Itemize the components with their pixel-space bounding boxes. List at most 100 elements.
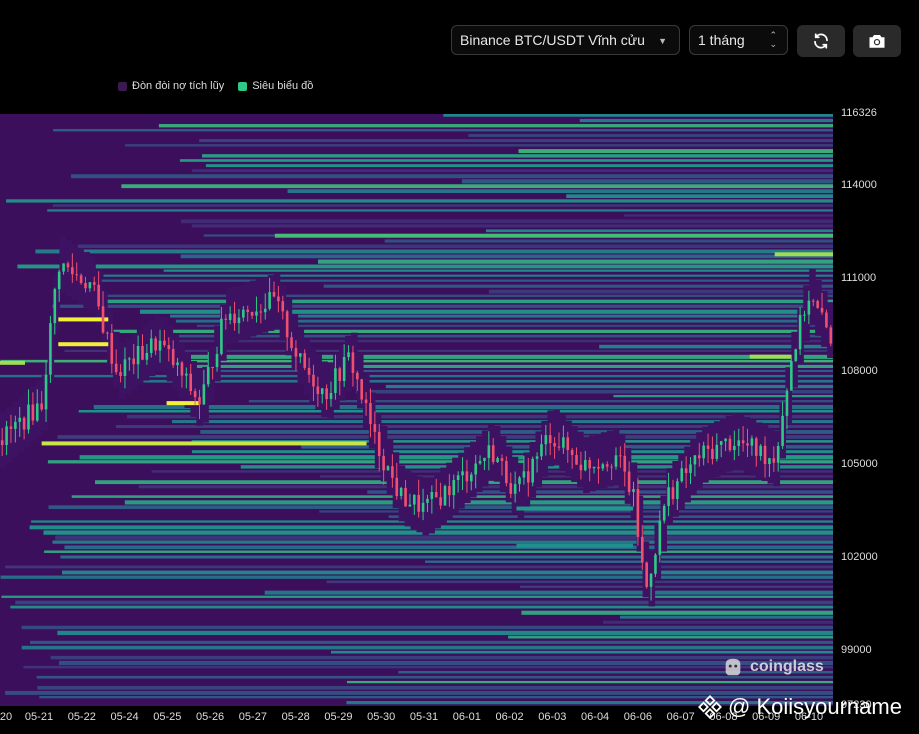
candle-body: [408, 504, 412, 507]
candle-body: [377, 431, 381, 456]
candle-body: [470, 474, 473, 482]
candle-body: [426, 498, 429, 503]
heat-band: [50, 655, 833, 660]
heat-band: [89, 299, 833, 304]
candle-body: [491, 445, 495, 463]
candle-body: [706, 445, 710, 449]
legend-item-leverage[interactable]: Đòn đòi nợ tích lũy: [118, 80, 224, 92]
screenshot-button[interactable]: [853, 25, 901, 57]
candle-body: [413, 494, 416, 505]
candle-body: [680, 468, 684, 482]
candle-body: [373, 424, 377, 432]
x-tick-label: 05-21: [24, 711, 54, 723]
candle-body: [684, 468, 688, 473]
candle-body: [465, 471, 469, 482]
candle-body: [439, 497, 442, 506]
candle-body: [79, 275, 83, 283]
refresh-button[interactable]: [797, 25, 845, 57]
heat-band: [47, 209, 833, 212]
candle-body: [31, 404, 35, 421]
heat-band: [179, 159, 833, 162]
candle-body: [649, 573, 653, 587]
candle-body: [763, 445, 767, 465]
candle-body: [776, 445, 780, 463]
candle-body: [228, 313, 232, 320]
candle-body: [592, 466, 596, 469]
heat-band: [520, 585, 833, 588]
candle-body: [18, 417, 22, 422]
candle-body: [320, 388, 324, 395]
candle-body: [619, 455, 622, 457]
candle-body: [128, 358, 131, 360]
candle-body: [443, 486, 447, 506]
candle-body: [356, 372, 359, 380]
candle-body: [825, 312, 828, 328]
x-tick-label: 06-03: [538, 711, 567, 723]
legend-swatch-liquidation: [238, 81, 248, 91]
heat-band: [52, 204, 833, 207]
candle-body: [566, 437, 570, 451]
exchange-pair-select[interactable]: Binance BTC/USDT Vĩnh cửu ▼: [451, 25, 680, 55]
candle-body: [307, 367, 311, 375]
candle-body: [338, 368, 342, 382]
candle-body: [711, 448, 714, 459]
legend-label-liquidation: Siêu biểu đồ: [252, 80, 314, 92]
heat-band: [191, 224, 833, 228]
candle-body: [548, 435, 552, 444]
heat-band: [64, 545, 833, 550]
candle-body: [0, 440, 4, 445]
heat-band: [71, 244, 833, 248]
author-handle: @ Koiisyourname: [698, 694, 902, 720]
candle-body: [14, 421, 17, 429]
x-tick-label: 06-07: [666, 711, 695, 723]
candle-body: [220, 318, 223, 355]
candle-body: [233, 313, 236, 324]
candle-body: [448, 486, 451, 496]
candle-body: [268, 292, 271, 309]
heat-band: [139, 364, 833, 369]
liquidation-heatmap[interactable]: [0, 114, 833, 706]
heat-band: [163, 269, 833, 272]
candle-body: [123, 359, 127, 376]
candle-body: [505, 460, 508, 484]
legend-item-liquidation[interactable]: Siêu biểu đồ: [238, 80, 313, 92]
heat-band: [287, 189, 833, 194]
candle-body: [531, 458, 534, 483]
candle-body: [399, 487, 403, 497]
heat-band: [15, 600, 833, 605]
candle-body: [702, 445, 705, 459]
candle-body: [84, 282, 87, 289]
candle-body: [88, 282, 92, 289]
cleared-zone: [600, 432, 608, 489]
heat-band: [122, 379, 833, 383]
heat-band: [326, 580, 833, 584]
candle-body: [106, 332, 109, 334]
candle-body: [149, 338, 153, 353]
candle-body: [259, 311, 263, 313]
heat-band: [201, 154, 833, 158]
liquidation-level: [516, 506, 634, 511]
candle-body: [509, 483, 513, 494]
heat-band: [388, 515, 833, 518]
candle-body: [671, 487, 675, 499]
heat-band: [61, 570, 833, 575]
candle-body: [35, 403, 39, 421]
candle-body: [741, 440, 745, 444]
heat-band: [192, 169, 833, 173]
candle-body: [171, 349, 175, 366]
candle-body: [246, 309, 250, 313]
heat-band: [461, 179, 833, 184]
candle-body: [597, 466, 600, 469]
candle-body: [715, 444, 719, 459]
cleared-zone: [65, 240, 72, 297]
heat-band: [319, 510, 833, 513]
cleared-zone: [731, 412, 739, 469]
candle-body: [71, 267, 74, 275]
heat-band: [205, 164, 833, 168]
period-select[interactable]: 1 tháng ⌃ ⌄: [689, 25, 788, 55]
liquidation-level: [41, 441, 367, 446]
heat-band: [53, 129, 833, 132]
candle-body: [588, 459, 591, 469]
candle-body: [522, 471, 526, 478]
candle-body: [189, 373, 193, 392]
